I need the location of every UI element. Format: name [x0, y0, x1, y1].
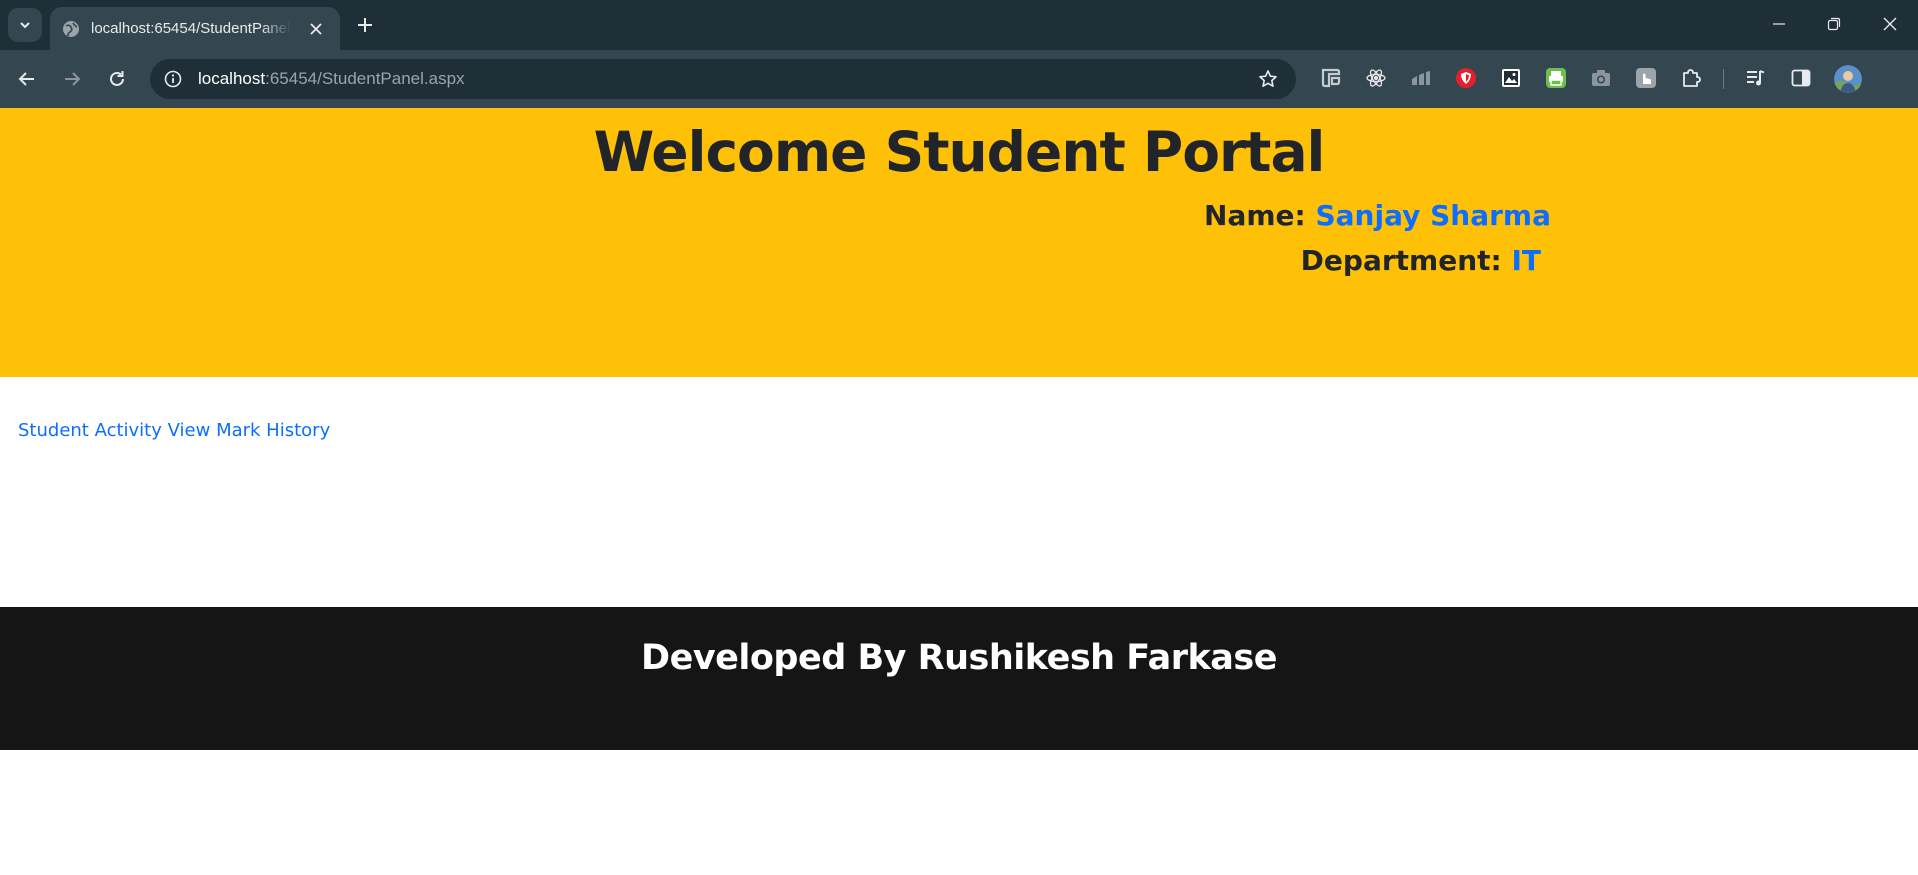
student-activity-link[interactable]: Student Activity [18, 420, 162, 441]
media-controls-button[interactable] [1743, 65, 1769, 91]
minimize-button[interactable] [1757, 6, 1801, 42]
print-icon [1546, 68, 1566, 88]
close-window-button[interactable] [1868, 6, 1912, 42]
hand-icon [1636, 68, 1656, 88]
view-mark-history-link[interactable]: View Mark History [168, 420, 331, 441]
react-devtools-extension-button[interactable] [1363, 65, 1389, 91]
url-host: localhost [198, 69, 266, 88]
tab-title: localhost:65454/StudentPanel.aspx [91, 20, 291, 37]
tab-strip: localhost:65454/StudentPanel.aspx [0, 0, 1918, 50]
image-extension-button[interactable] [1498, 65, 1524, 91]
tab-close-button[interactable] [304, 17, 328, 41]
star-icon [1259, 70, 1277, 87]
tab-search-button[interactable] [8, 8, 42, 42]
camera-icon [1592, 70, 1610, 86]
side-panel-button[interactable] [1788, 65, 1814, 91]
analytics-extension-button[interactable] [1408, 65, 1434, 91]
brave-shield-icon [1456, 68, 1476, 88]
chevron-down-icon [20, 22, 30, 29]
department-line: Department: IT [1301, 244, 1541, 278]
url-path: :65454/StudentPanel.aspx [265, 69, 465, 88]
close-icon [1883, 17, 1897, 31]
image-icon [1502, 69, 1520, 87]
info-icon [164, 70, 182, 88]
minimize-icon [1773, 23, 1785, 25]
toolbar-divider [1723, 69, 1724, 89]
globe-icon [63, 20, 79, 37]
arrow-right-icon [65, 72, 81, 86]
active-tab[interactable]: localhost:65454/StudentPanel.aspx [50, 7, 340, 50]
profile-avatar-icon [1834, 65, 1862, 93]
student-name-value: Sanjay Sharma [1315, 199, 1552, 232]
arrow-left-icon [18, 72, 34, 86]
browser-toolbar: localhost:65454/StudentPanel.aspx [0, 50, 1918, 108]
print-extension-button[interactable] [1543, 65, 1569, 91]
framer-icon [1321, 68, 1341, 88]
page-title: Welcome Student Portal [593, 120, 1326, 184]
bookmark-button[interactable] [1254, 65, 1282, 93]
name-label: Name: [1204, 199, 1306, 232]
site-info-button[interactable] [158, 64, 188, 94]
footer-credit: Developed By Rushikesh Farkase [641, 638, 1277, 678]
plus-icon [358, 18, 372, 32]
reload-button[interactable] [100, 62, 134, 96]
restore-icon [1827, 17, 1841, 31]
puzzle-icon [1683, 69, 1701, 87]
department-label: Department: [1300, 244, 1502, 277]
chart-icon [1412, 71, 1430, 85]
gesture-extension-button[interactable] [1633, 65, 1659, 91]
forward-button[interactable] [55, 62, 89, 96]
brave-shield-extension-button[interactable] [1453, 65, 1479, 91]
reload-icon [110, 71, 124, 86]
profile-avatar-button[interactable] [1834, 65, 1862, 93]
sidebar-icon [1791, 69, 1811, 87]
address-bar[interactable]: localhost:65454/StudentPanel.aspx [150, 59, 1296, 99]
extensions-button[interactable] [1678, 65, 1704, 91]
screenshot-extension-button[interactable] [1588, 65, 1614, 91]
framer-extension-button[interactable] [1318, 65, 1344, 91]
student-nav-links: Student Activity View Mark History [18, 420, 330, 441]
department-value: IT [1511, 244, 1541, 277]
restore-button[interactable] [1812, 6, 1856, 42]
student-name-line: Name: Sanjay Sharma [1204, 199, 1551, 233]
portal-header: Welcome Student Portal Name: Sanjay Shar… [0, 108, 1918, 377]
react-icon [1366, 69, 1386, 87]
media-icon [1747, 70, 1765, 86]
url-text[interactable]: localhost:65454/StudentPanel.aspx [198, 69, 465, 89]
new-tab-button[interactable] [350, 10, 380, 40]
page-footer: Developed By Rushikesh Farkase [0, 607, 1918, 750]
back-button[interactable] [10, 62, 44, 96]
close-icon [310, 22, 322, 35]
